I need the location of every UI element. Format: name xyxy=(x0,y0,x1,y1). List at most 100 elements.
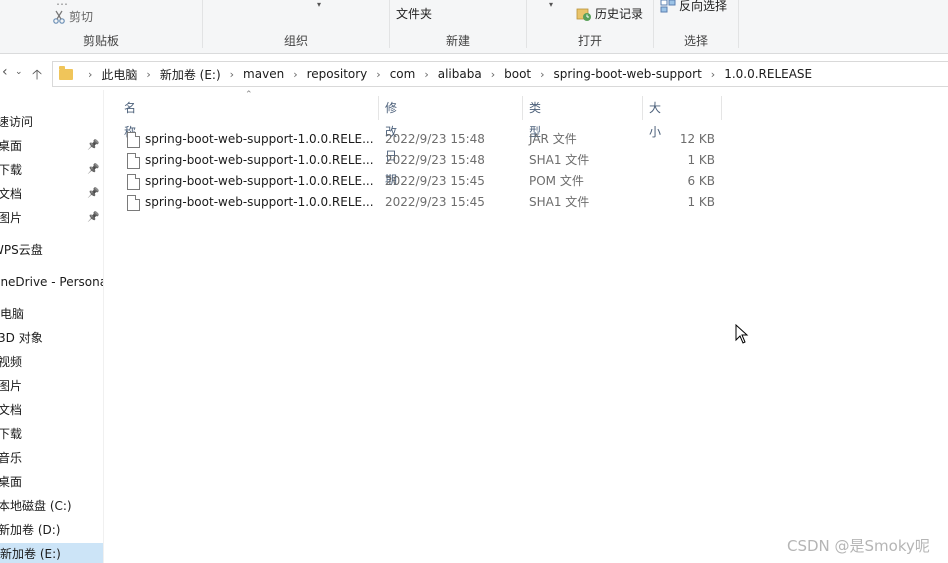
file-icon xyxy=(127,174,140,190)
file-row[interactable]: spring-boot-web-support-1.0.0.RELE... 202… xyxy=(104,171,724,192)
column-header-date[interactable]: 修改日期 xyxy=(385,96,397,187)
pin-icon: 📌 xyxy=(87,188,100,199)
up-arrow-icon[interactable]: 🡡 xyxy=(32,64,42,88)
nav-item[interactable]: 桌面 xyxy=(0,471,103,493)
breadcrumb-chevron-icon[interactable]: › xyxy=(424,68,428,81)
breadcrumb-item[interactable]: repository xyxy=(307,67,368,81)
breadcrumb-item[interactable]: 此电脑 xyxy=(101,66,137,83)
breadcrumb-item[interactable]: maven xyxy=(243,67,284,81)
nav-item[interactable]: 桌面 📌 xyxy=(0,135,103,157)
nav-item[interactable]: 此电脑 xyxy=(0,303,103,325)
nav-item[interactable]: 下载 📌 xyxy=(0,159,103,181)
nav-item[interactable]: WPS云盘 xyxy=(0,239,103,261)
breadcrumb-item[interactable]: 新加卷 (E:) xyxy=(160,66,221,83)
nav-item-label: OneDrive - Personal xyxy=(0,275,103,289)
back-chevron-icon[interactable]: ‹ xyxy=(2,64,8,80)
file-date: 2022/9/23 15:45 xyxy=(385,174,485,188)
nav-item[interactable]: 图片 xyxy=(0,375,103,397)
clipboard-group-label: 剪贴板 xyxy=(82,34,119,48)
nav-item-label: 新加卷 (E:) xyxy=(0,547,61,561)
breadcrumb-chevron-icon[interactable]: › xyxy=(230,68,234,81)
address-bar[interactable]: › 此电脑 › 新加卷 (E:) › maven › repository › com › aliba… xyxy=(52,61,948,87)
pin-icon: 📌 xyxy=(87,212,100,223)
breadcrumb-chevron-icon[interactable]: › xyxy=(540,68,544,81)
file-size: 1 KB xyxy=(687,153,715,167)
breadcrumb-chevron-icon[interactable]: › xyxy=(711,68,715,81)
invert-selection-label: 反向选择 xyxy=(679,0,728,13)
breadcrumb-chevron-icon[interactable]: › xyxy=(88,68,92,81)
ribbon: … 剪切 剪贴板 ▾ 组织 文件夹 新建 ▾ 历史记录 打开 反向选择 选择 xyxy=(0,0,948,54)
invert-selection-button[interactable]: 反向选择 xyxy=(660,0,727,14)
file-size: 1 KB xyxy=(687,195,715,209)
column-header-name[interactable]: 名称 xyxy=(124,96,136,139)
folder-icon xyxy=(59,65,73,80)
cut-label: 剪切 xyxy=(69,10,94,24)
nav-item[interactable]: 3D 对象 xyxy=(0,327,103,349)
recent-dropdown-icon[interactable]: ⌄ xyxy=(15,67,23,77)
nav-item-label: 下载 xyxy=(0,427,23,441)
pin-icon: 📌 xyxy=(87,140,100,151)
breadcrumb-item[interactable]: boot xyxy=(504,67,531,81)
file-row[interactable]: spring-boot-web-support-1.0.0.RELE... 202… xyxy=(104,192,724,213)
nav-item-label: 下载 xyxy=(0,163,23,177)
invert-selection-icon xyxy=(660,0,676,12)
nav-item-label: 桌面 xyxy=(0,139,23,153)
file-date: 2022/9/23 15:48 xyxy=(385,153,485,167)
nav-item[interactable]: 快速访问 xyxy=(0,111,103,133)
nav-item[interactable]: 视频 xyxy=(0,351,103,373)
cut-button[interactable]: 剪切 xyxy=(52,8,93,25)
chevron-down-icon[interactable]: ▾ xyxy=(317,0,325,9)
file-size: 12 KB xyxy=(679,132,715,146)
nav-item-label: WPS云盘 xyxy=(0,243,43,257)
column-divider[interactable] xyxy=(378,96,379,120)
nav-item[interactable]: 音乐 xyxy=(0,447,103,469)
breadcrumb-item[interactable]: 1.0.0.RELEASE xyxy=(724,67,812,81)
breadcrumb-chevron-icon[interactable]: › xyxy=(146,68,150,81)
history-label: 历史记录 xyxy=(595,7,644,21)
breadcrumb-item[interactable]: alibaba xyxy=(438,67,482,81)
column-divider[interactable] xyxy=(642,96,643,120)
navigation-pane: 快速访问桌面 📌 下载 📌 文档 📌 图片 📌 WPS云盘 OneDrive - Personal… xyxy=(0,90,103,563)
nav-item[interactable]: 新加卷 (E:) xyxy=(0,543,103,563)
breadcrumb: › 此电脑 › 新加卷 (E:) › maven › repository › com › aliba… xyxy=(79,66,812,83)
clipboard-group: … 剪切 剪贴板 xyxy=(0,0,202,53)
file-name: spring-boot-web-support-1.0.0.RELE... xyxy=(145,174,374,188)
breadcrumb-chevron-icon[interactable]: › xyxy=(376,68,380,81)
open-group: ▾ 历史记录 打开 xyxy=(527,0,653,53)
breadcrumb-item[interactable]: spring-boot-web-support xyxy=(554,67,702,81)
nav-item[interactable]: 下载 xyxy=(0,423,103,445)
sort-ascending-icon: ⌃ xyxy=(245,90,253,100)
column-header-size[interactable]: 大小 xyxy=(649,96,661,139)
file-row[interactable]: spring-boot-web-support-1.0.0.RELE... 202… xyxy=(104,129,724,150)
new-group-label: 新建 xyxy=(445,34,470,48)
nav-item[interactable]: OneDrive - Personal xyxy=(0,271,103,293)
file-icon xyxy=(127,153,140,169)
scissors-icon xyxy=(53,10,65,24)
nav-item-label: 图片 xyxy=(0,211,23,225)
history-button[interactable]: 历史记录 xyxy=(576,5,643,22)
nav-item[interactable]: 本地磁盘 (C:) xyxy=(0,495,103,517)
breadcrumb-item[interactable]: com xyxy=(390,67,416,81)
column-header-type[interactable]: 类型 xyxy=(529,96,541,139)
nav-item-label: 桌面 xyxy=(0,475,23,489)
nav-item[interactable]: 文档 xyxy=(0,399,103,421)
new-group: 文件夹 新建 xyxy=(390,0,526,53)
breadcrumb-chevron-icon[interactable]: › xyxy=(293,68,297,81)
nav-item[interactable]: 新加卷 (D:) xyxy=(0,519,103,541)
file-size: 6 KB xyxy=(687,174,715,188)
column-divider[interactable] xyxy=(721,96,722,120)
new-folder-button[interactable]: 文件夹 xyxy=(396,5,432,22)
nav-item[interactable]: 文档 📌 xyxy=(0,183,103,205)
nav-item-label: 文档 xyxy=(0,187,23,201)
column-divider[interactable] xyxy=(522,96,523,120)
file-row[interactable]: spring-boot-web-support-1.0.0.RELE... 202… xyxy=(104,150,724,171)
navigation-row: ‹ ⌄ 🡡 › 此电脑 › 新加卷 (E:) › maven › repository › com… xyxy=(0,56,948,90)
nav-item[interactable]: 图片 📌 xyxy=(0,207,103,229)
file-type: SHA1 文件 xyxy=(529,153,590,167)
file-icon xyxy=(127,195,140,211)
organize-group-label: 组织 xyxy=(283,34,308,48)
breadcrumb-chevron-icon[interactable]: › xyxy=(491,68,495,81)
history-icon xyxy=(576,8,591,21)
chevron-down-icon[interactable]: ▾ xyxy=(549,0,553,9)
file-type: JAR 文件 xyxy=(529,132,577,146)
